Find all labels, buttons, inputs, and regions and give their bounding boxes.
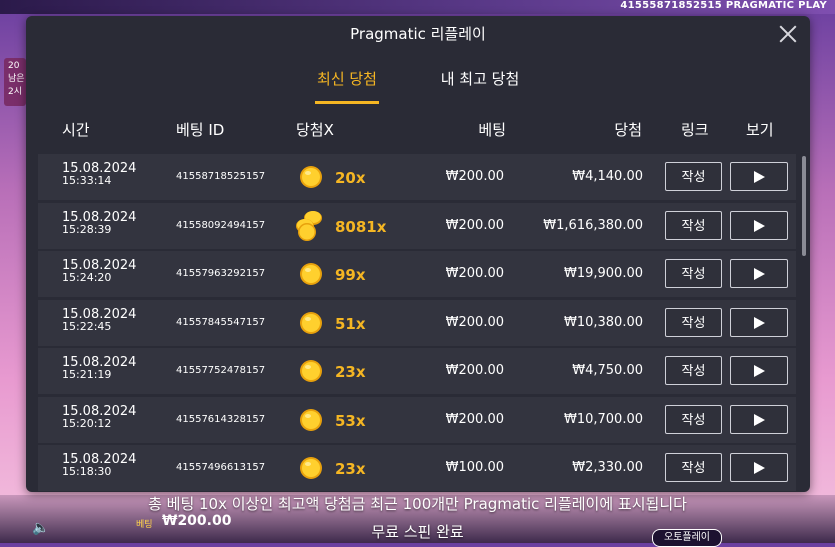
- game-round-id: 41555871852515 PRAGMATIC PLAY: [620, 0, 827, 11]
- win-amount: ₩10,380.00: [563, 314, 643, 330]
- table-row: 15.08.2024 15:33:14 41558718525157 20x ₩200.…: [38, 154, 796, 200]
- win-amount: ₩19,900.00: [563, 266, 643, 281]
- create-link-button[interactable]: 작성: [665, 453, 722, 482]
- bet-id: 41557496613157: [176, 462, 266, 473]
- win-time: 15:18:30: [62, 465, 112, 478]
- win-amount: ₩2,330.00: [572, 460, 643, 475]
- bet-id: 41557752478157: [176, 365, 266, 376]
- bet-amount: ₩200.00: [445, 363, 504, 378]
- column-header-win-multiplier: 당첨X: [296, 121, 334, 139]
- bet-amount: ₩200.00: [445, 217, 504, 233]
- column-header-link: 링크: [681, 121, 709, 139]
- create-link-button[interactable]: 작성: [665, 162, 722, 191]
- column-header-view: 보기: [746, 121, 774, 139]
- win-amount: ₩4,140.00: [572, 169, 643, 184]
- win-date: 15.08.2024: [62, 306, 137, 322]
- win-date: 15.08.2024: [62, 209, 137, 225]
- bet-amount: ₩200.00: [445, 266, 504, 281]
- play-icon[interactable]: [730, 210, 788, 240]
- win-datetime: 15.08.2024 15:24:20: [62, 259, 136, 284]
- coin-icon: [299, 165, 323, 189]
- game-side-text: 20 남은 2시: [8, 61, 25, 97]
- win-time: 15:28:39: [62, 222, 112, 236]
- column-header-bet-id: 베팅 ID: [176, 121, 225, 139]
- win-amount: ₩1,616,380.00: [543, 217, 643, 233]
- coin-icon: [299, 359, 323, 383]
- win-multiplier: 23x: [335, 460, 366, 478]
- replay-footer-note: 총 베팅 10x 이상인 최고액 당첨금 최근 100개만 Pragmatic …: [148, 495, 687, 513]
- tab-my-best-wins[interactable]: 내 최고 당첨: [439, 66, 521, 104]
- bet-amount: ₩200.00: [445, 411, 504, 427]
- create-link-button[interactable]: 작성: [665, 404, 722, 434]
- create-link-button[interactable]: 작성: [665, 307, 722, 337]
- tab-bar: 최신 당첨 내 최고 당첨: [26, 66, 810, 106]
- win-datetime: 15.08.2024 15:22:45: [62, 308, 136, 333]
- play-icon[interactable]: [730, 404, 788, 434]
- create-link-button[interactable]: 작성: [665, 356, 722, 385]
- scrollbar[interactable]: [802, 156, 806, 256]
- tab-recent-wins[interactable]: 최신 당첨: [315, 66, 379, 104]
- win-multiplier: 20x: [335, 169, 366, 187]
- play-icon[interactable]: [730, 356, 788, 385]
- win-amount: ₩10,700.00: [563, 411, 643, 427]
- coin-icon: [299, 311, 323, 335]
- win-date: 15.08.2024: [62, 403, 137, 419]
- replay-modal: Pragmatic 리플레이 최신 당첨 내 최고 당첨 시간 베팅 ID 당첨…: [26, 16, 810, 492]
- win-datetime: 15.08.2024 15:20:12: [62, 405, 136, 430]
- coin-icon: [299, 408, 323, 432]
- win-amount: ₩4,750.00: [572, 363, 643, 378]
- wins-table[interactable]: 15.08.2024 15:33:14 41558718525157 20x ₩200.…: [38, 154, 796, 492]
- play-icon[interactable]: [730, 307, 788, 337]
- bet-amount: ₩100.00: [445, 460, 504, 475]
- play-icon[interactable]: [730, 162, 788, 191]
- close-icon[interactable]: [776, 22, 800, 46]
- coin-icon: [299, 456, 323, 480]
- win-time: 15:33:14: [62, 174, 112, 187]
- win-time: 15:21:19: [62, 368, 112, 381]
- win-datetime: 15.08.2024 15:33:14: [62, 162, 136, 187]
- column-header-win: 당첨: [614, 121, 642, 139]
- play-icon[interactable]: [730, 453, 788, 482]
- win-multiplier: 23x: [335, 363, 366, 381]
- win-datetime: 15.08.2024 15:18:30: [62, 453, 136, 478]
- bet-amount: ₩200.00: [445, 169, 504, 184]
- table-row: 15.08.2024 15:21:19 41557752478157 23x ₩200.…: [38, 348, 796, 394]
- table-row: 15.08.2024 15:24:20 41557963292157 99x ₩200.…: [38, 251, 796, 297]
- game-top-bar: 41555871852515 PRAGMATIC PLAY: [0, 0, 835, 14]
- win-multiplier: 8081x: [335, 217, 387, 236]
- win-time: 15:22:45: [62, 319, 112, 333]
- free-spins-status: 무료 스핀 완료: [371, 523, 464, 541]
- play-icon[interactable]: [730, 259, 788, 288]
- table-row: 15.08.2024 15:18:30 41557496613157 23x ₩100.…: [38, 445, 796, 491]
- bet-amount: ₩200.00: [445, 314, 504, 330]
- win-multiplier: 53x: [335, 411, 366, 430]
- win-multiplier: 99x: [335, 266, 366, 284]
- bet-id: 41557845547157: [176, 316, 266, 328]
- bet-id: 41557614328157: [176, 413, 266, 425]
- modal-title: Pragmatic 리플레이: [350, 25, 486, 43]
- win-multiplier: 51x: [335, 314, 366, 333]
- create-link-button[interactable]: 작성: [665, 210, 722, 240]
- column-header-time: 시간: [62, 121, 90, 139]
- win-datetime: 15.08.2024 15:21:19: [62, 356, 136, 381]
- win-time: 15:20:12: [62, 416, 112, 430]
- create-link-button[interactable]: 작성: [665, 259, 722, 288]
- coin-stack-icon: [293, 208, 327, 242]
- win-time: 15:24:20: [62, 271, 112, 284]
- column-header-bet: 베팅: [478, 121, 506, 139]
- bet-id: 41558718525157: [176, 171, 266, 182]
- win-datetime: 15.08.2024 15:28:39: [62, 211, 136, 236]
- table-row: 15.08.2024 15:22:45 41557845547157 51x ₩200.…: [38, 299, 796, 346]
- bet-id: 41557963292157: [176, 268, 266, 279]
- table-row: 15.08.2024 15:20:12 41557614328157 53x ₩200.…: [38, 396, 796, 443]
- coin-icon: [299, 262, 323, 286]
- bet-id: 41558092494157: [176, 219, 266, 231]
- table-row: 15.08.2024 15:28:39 41558092494157 8081x ₩20…: [38, 202, 796, 249]
